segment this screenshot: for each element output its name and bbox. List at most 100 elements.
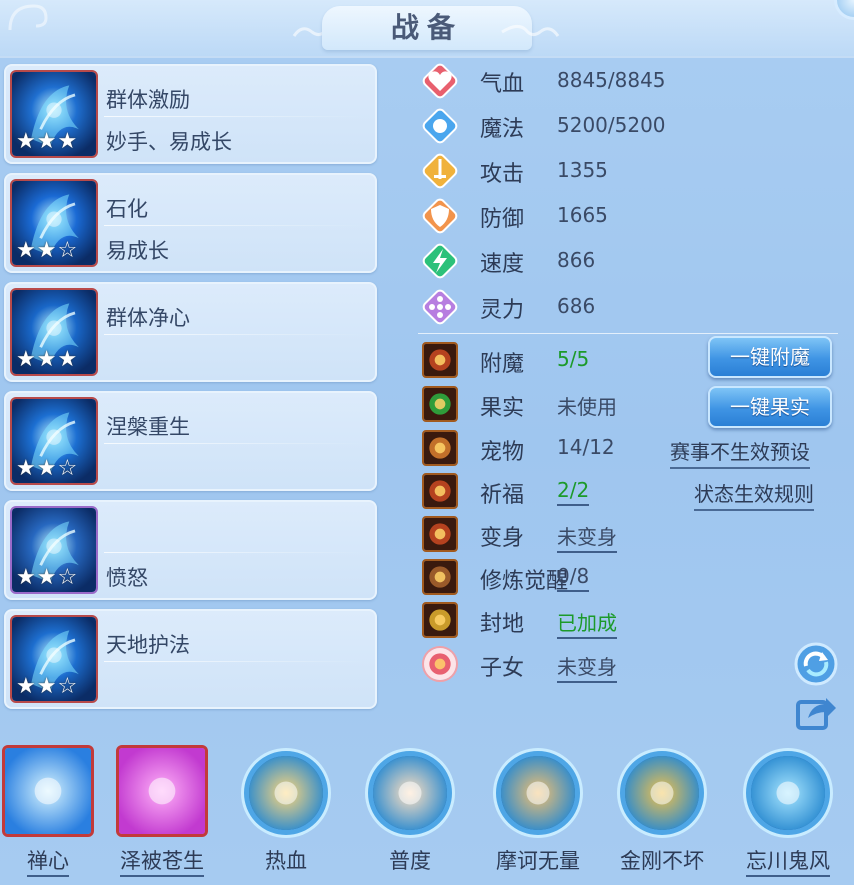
- status-row: 修炼觉醒 0/8: [420, 557, 850, 597]
- attribute-label: 速度: [480, 252, 525, 277]
- lightning-icon: [420, 241, 460, 281]
- battle-skill[interactable]: 忘川鬼风: [738, 745, 838, 885]
- refresh-icon[interactable]: [794, 642, 838, 686]
- mana-icon: [420, 106, 460, 146]
- card-divider: [104, 225, 365, 226]
- status-value-text: 未变身: [557, 655, 617, 683]
- cultivation-icon[interactable]: [422, 559, 458, 595]
- status-value[interactable]: 2/2: [557, 478, 590, 506]
- pet-skill-card[interactable]: ★ ★ ☆ 石化 易成长: [4, 173, 377, 273]
- battle-skill[interactable]: 禅心: [0, 745, 98, 885]
- spirit-icon: [420, 287, 460, 327]
- status-value: 未使用: [557, 391, 617, 420]
- attribute-row: 灵力 686: [420, 287, 720, 327]
- fief-icon[interactable]: [422, 602, 458, 638]
- attribute-row: 防御 1665: [420, 196, 720, 236]
- monk-icon[interactable]: [496, 751, 580, 835]
- battle-skill[interactable]: 金刚不坏: [612, 745, 712, 885]
- pet-skill-traits: 妙手、易成长: [106, 130, 232, 154]
- status-value: 14/12: [557, 435, 615, 459]
- status-value[interactable]: 已加成: [557, 607, 617, 639]
- star-empty-icon: ☆: [57, 456, 78, 481]
- status-value: 5/5: [557, 347, 589, 371]
- ghostwind-icon[interactable]: [746, 751, 830, 835]
- transform-icon[interactable]: [422, 516, 458, 552]
- zen-icon[interactable]: [2, 745, 94, 837]
- star-filled-icon: ★: [57, 129, 78, 154]
- shield-icon: [420, 196, 460, 236]
- star-filled-icon: ★: [57, 347, 78, 372]
- attribute-row: 魔法 5200/5200: [420, 106, 720, 146]
- pet-skill-card[interactable]: ★ ★ ★ 群体激励 妙手、易成长: [4, 64, 377, 164]
- star-filled-icon: ★: [36, 129, 57, 154]
- star-filled-icon: ★: [16, 347, 36, 372]
- pet-skill-icon[interactable]: ★ ★ ★: [10, 70, 98, 158]
- battle-skill-label: 普度: [350, 845, 470, 875]
- palm-icon[interactable]: [116, 745, 208, 837]
- star-empty-icon: ☆: [57, 674, 78, 699]
- battle-skill[interactable]: 摩诃无量: [488, 745, 588, 885]
- status-value-text: 未变身: [557, 525, 617, 553]
- pet-skill-icon[interactable]: ★ ★ ☆: [10, 615, 98, 703]
- pet-skill-icon[interactable]: ★ ★ ☆: [10, 506, 98, 594]
- star-filled-icon: ★: [36, 347, 57, 372]
- star-filled-icon: ★: [16, 565, 36, 590]
- status-label: 果实: [480, 396, 525, 421]
- battle-skill[interactable]: 泽被苍生: [112, 745, 212, 885]
- event-preset-link[interactable]: 赛事不生效预设: [670, 436, 810, 469]
- battle-skill-label: 泽被苍生: [102, 845, 222, 877]
- star-filled-icon: ★: [16, 238, 36, 263]
- star-rating: ★ ★ ☆: [16, 675, 96, 699]
- battle-skill[interactable]: 热血: [236, 745, 336, 885]
- battle-skill-label-text: 泽被苍生: [120, 849, 204, 877]
- hotblood-icon[interactable]: [244, 751, 328, 835]
- pet-skill-card[interactable]: ★ ★ ☆ 涅槃重生: [4, 391, 377, 491]
- blessing-icon[interactable]: [422, 473, 458, 509]
- vajra-icon[interactable]: [620, 751, 704, 835]
- one-click-enchant-button[interactable]: 一键附魔: [708, 336, 832, 378]
- hand-icon[interactable]: [368, 751, 452, 835]
- pet-skill-card[interactable]: ★ ★ ★ 群体净心: [4, 282, 377, 382]
- child-icon[interactable]: [422, 646, 458, 682]
- star-filled-icon: ★: [36, 674, 57, 699]
- status-label: 封地: [480, 612, 525, 637]
- battle-skill-label: 热血: [226, 845, 346, 875]
- attribute-label: 攻击: [480, 162, 525, 187]
- attribute-row: 速度 866: [420, 241, 720, 281]
- status-value[interactable]: 未变身: [557, 651, 617, 683]
- pet-skill-icon[interactable]: ★ ★ ★: [10, 288, 98, 376]
- attribute-value: 686: [557, 294, 596, 318]
- battle-skill-label-text: 禅心: [27, 849, 69, 877]
- close-orb-icon[interactable]: [834, 0, 854, 20]
- pet-skill-icon[interactable]: ★ ★ ☆: [10, 179, 98, 267]
- battle-skill-label: 摩诃无量: [478, 845, 598, 875]
- attribute-label: 防御: [480, 207, 525, 232]
- pet-skill-icon[interactable]: ★ ★ ☆: [10, 397, 98, 485]
- battle-skill-label-text: 普度: [389, 849, 431, 873]
- card-divider: [104, 443, 365, 444]
- status-value[interactable]: 0/8: [557, 564, 590, 592]
- pet-icon[interactable]: [422, 430, 458, 466]
- attribute-label: 灵力: [480, 298, 525, 323]
- battle-skill[interactable]: 普度: [360, 745, 460, 885]
- card-divider: [104, 334, 365, 335]
- status-value[interactable]: 未变身: [557, 521, 617, 553]
- status-value-text: 5/5: [557, 347, 590, 371]
- corner-decoration-left: [8, 4, 48, 31]
- enchant-icon[interactable]: [422, 342, 458, 378]
- pet-skill-name: 群体净心: [106, 306, 190, 330]
- star-rating: ★ ★ ☆: [16, 239, 96, 263]
- one-click-fruit-button[interactable]: 一键果实: [708, 386, 832, 428]
- share-icon[interactable]: [794, 690, 838, 734]
- battle-skill-label: 忘川鬼风: [728, 845, 848, 877]
- sword-icon: [420, 151, 460, 191]
- status-rules-link[interactable]: 状态生效规则: [694, 478, 814, 511]
- battle-skill-label: 金刚不坏: [602, 845, 722, 875]
- title-bar: 战备: [0, 0, 854, 58]
- star-rating: ★ ★ ☆: [16, 457, 96, 481]
- fruit-icon[interactable]: [422, 386, 458, 422]
- pet-skill-card[interactable]: ★ ★ ☆ 愤怒: [4, 500, 377, 600]
- status-row: 封地 已加成: [420, 600, 850, 640]
- pet-skill-card[interactable]: ★ ★ ☆ 天地护法: [4, 609, 377, 709]
- status-label: 修炼觉醒: [480, 569, 569, 594]
